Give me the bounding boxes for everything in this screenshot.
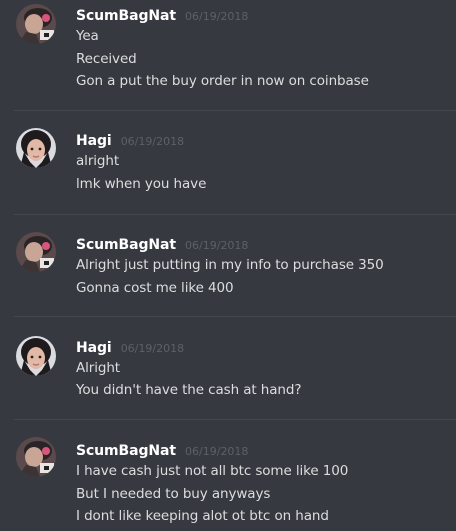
- message-text: Alright: [76, 360, 121, 376]
- username[interactable]: ScumBagNat: [76, 237, 176, 253]
- message-text: lmk when you have: [76, 176, 207, 192]
- message-header: ScumBagNat 06/19/2018: [76, 440, 248, 460]
- avatar-scumbagnat[interactable]: [16, 4, 56, 44]
- message-divider: [14, 419, 456, 420]
- timestamp: 06/19/2018: [185, 10, 249, 23]
- username[interactable]: ScumBagNat: [76, 443, 176, 459]
- avatar-scumbagnat[interactable]: [16, 437, 56, 477]
- username[interactable]: Hagi: [76, 133, 112, 149]
- timestamp: 06/19/2018: [120, 342, 185, 355]
- message-header: ScumBagNat 06/19/2018: [76, 5, 248, 25]
- message-text: I dont like keeping alot ot btc on hand: [76, 508, 329, 524]
- hagi-avatar-icon: [16, 128, 56, 168]
- avatar-hagi[interactable]: [16, 336, 56, 376]
- message-text: Alright just putting in my info to purch…: [76, 257, 384, 273]
- message-text: You didn't have the cash at hand?: [76, 382, 302, 398]
- message-header: Hagi 06/19/2018: [76, 337, 184, 357]
- timestamp: 06/19/2018: [185, 239, 249, 252]
- chat-messages: ScumBagNat 06/19/2018 Yea Received Gon a…: [0, 0, 456, 531]
- message-divider: [14, 110, 456, 111]
- message-text: Received: [76, 51, 137, 67]
- message-text: Gonna cost me like 400: [76, 280, 234, 296]
- scumbagnat-avatar-icon: [16, 4, 56, 44]
- message-text: I have cash just not all btc some like 1…: [76, 463, 349, 479]
- timestamp: 06/19/2018: [120, 135, 185, 148]
- message-divider: [14, 214, 456, 215]
- message-text: alright: [76, 153, 120, 169]
- message-text: Gon a put the buy order in now on coinba…: [76, 73, 369, 89]
- message-divider: [14, 316, 456, 317]
- avatar-hagi[interactable]: [16, 128, 56, 168]
- scumbagnat-avatar-icon: [16, 437, 56, 477]
- hagi-avatar-icon: [16, 336, 56, 376]
- timestamp: 06/19/2018: [185, 445, 249, 458]
- username[interactable]: ScumBagNat: [76, 8, 176, 24]
- message-header: Hagi 06/19/2018: [76, 130, 184, 150]
- message-text: But I needed to buy anyways: [76, 486, 271, 502]
- username[interactable]: Hagi: [76, 340, 112, 356]
- message-header: ScumBagNat 06/19/2018: [76, 234, 248, 254]
- message-text: Yea: [76, 28, 99, 44]
- scumbagnat-avatar-icon: [16, 232, 56, 272]
- avatar-scumbagnat[interactable]: [16, 232, 56, 272]
